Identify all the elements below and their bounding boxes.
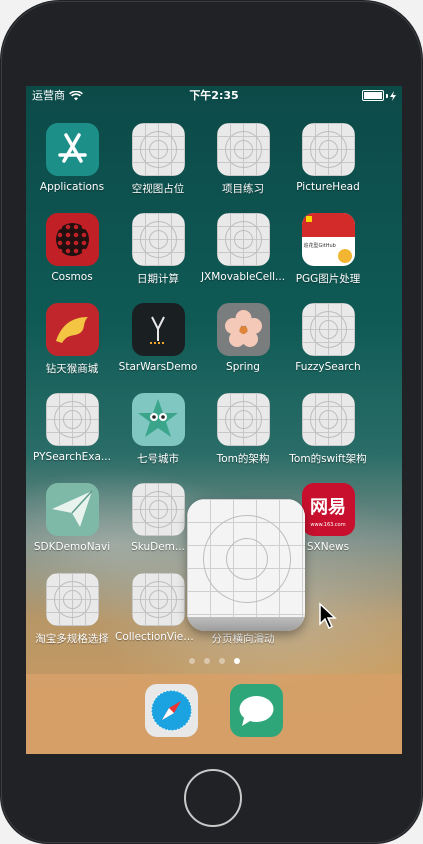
home-button[interactable]	[184, 769, 242, 827]
app-label: 项目练习	[222, 183, 264, 195]
page-dot[interactable]	[188, 658, 195, 664]
app-jxmovablecell[interactable]: JXMovableCell...	[200, 213, 286, 283]
app-label: Tom的swift架构	[289, 453, 367, 465]
app-label: Tom的架构	[216, 453, 270, 465]
app-applications[interactable]: Applications	[29, 123, 115, 193]
placeholder-icon	[131, 213, 185, 266]
app-label: 分页横向滑动	[211, 633, 275, 645]
placeholder-icon	[45, 573, 99, 626]
app-project-practice[interactable]: 项目练习	[200, 123, 286, 196]
charging-icon	[390, 90, 396, 101]
messages-icon[interactable]	[230, 684, 283, 737]
placeholder-icon	[216, 213, 270, 266]
app-sdkdemonavi[interactable]: SDKDemoNavi	[29, 483, 115, 553]
placeholder-icon	[131, 573, 185, 626]
app-label: 空视图占位	[131, 183, 185, 195]
paper-plane-icon	[45, 483, 99, 536]
app-spring[interactable]: Spring	[200, 303, 286, 373]
app-label: Spring	[226, 361, 260, 373]
app-tom-arch[interactable]: Tom的架构	[200, 393, 286, 466]
page-indicator[interactable]	[26, 658, 402, 664]
app-label: StarWarsDemo	[118, 361, 198, 373]
placeholder-icon	[301, 123, 355, 176]
battery-tip	[386, 93, 388, 98]
news-logo-text: 网易	[310, 497, 346, 518]
appstore-icon	[45, 123, 99, 176]
battery-icon	[362, 90, 384, 101]
page-dot[interactable]	[218, 658, 225, 664]
safari-icon[interactable]	[145, 684, 198, 737]
app-label: 日期计算	[137, 273, 179, 285]
horse-icon	[45, 303, 99, 356]
app-picturehead[interactable]: PictureHead	[285, 123, 371, 193]
app-date-calc[interactable]: 日期计算	[115, 213, 201, 286]
app-label: Applications	[39, 181, 105, 193]
flower-icon	[216, 303, 270, 356]
app-seven-city[interactable]: 七号城市	[115, 393, 201, 466]
status-bar: 运营商 下午2:35	[26, 86, 402, 106]
pgg-icon: 追花型GitHub	[301, 213, 355, 266]
status-right	[362, 90, 396, 101]
home-screen: 运营商 下午2:35 Applications 空视图占位 项目练习 Pictu…	[26, 86, 402, 754]
app-label: 七号城市	[137, 453, 179, 465]
app-label: SDKDemoNavi	[33, 541, 111, 553]
app-pysearch[interactable]: PYSearchExa...	[29, 393, 115, 463]
app-cosmos[interactable]: Cosmos	[29, 213, 115, 283]
placeholder-icon	[131, 123, 185, 176]
news-icon: 网易 www.163.com	[301, 483, 355, 536]
app-label: PGG图片处理	[295, 273, 361, 285]
app-label: 钻天猴商城	[45, 363, 99, 375]
app-taobao-sku[interactable]: 淘宝多规格选择	[29, 573, 115, 646]
seven-city-icon	[131, 393, 185, 446]
app-label: CollectionViewH...	[115, 631, 201, 643]
app-zuantianhou-mall[interactable]: 钻天猴商城	[29, 303, 115, 376]
mouse-cursor-icon	[319, 602, 337, 630]
app-label: Cosmos	[51, 271, 93, 283]
phone-frame: 运营商 下午2:35 Applications 空视图占位 项目练习 Pictu…	[0, 0, 423, 844]
app-fuzzysearch[interactable]: FuzzySearch	[285, 303, 371, 373]
page-dot-active[interactable]	[233, 658, 240, 664]
pgg-badge: 追花型GitHub	[303, 243, 336, 249]
news-url: www.163.com	[310, 522, 346, 528]
app-starwars[interactable]: StarWarsDemo	[115, 303, 201, 373]
app-label: FuzzySearch	[295, 361, 361, 373]
starwars-icon	[131, 303, 185, 356]
app-label: 淘宝多规格选择	[35, 633, 109, 645]
app-label: JXMovableCell...	[200, 271, 286, 283]
status-time: 下午2:35	[189, 89, 239, 102]
placeholder-icon	[131, 483, 185, 536]
app-label: PYSearchExa...	[33, 451, 111, 463]
cosmos-icon	[45, 213, 99, 266]
page-dot[interactable]	[203, 658, 210, 664]
placeholder-icon	[45, 393, 99, 446]
placeholder-icon	[216, 393, 270, 446]
dock	[26, 674, 402, 754]
placeholder-icon	[216, 123, 270, 176]
app-pgg[interactable]: 追花型GitHub PGG图片处理	[285, 213, 371, 286]
app-tom-swift-arch[interactable]: Tom的swift架构	[285, 393, 371, 466]
placeholder-icon	[301, 393, 355, 446]
placeholder-icon	[301, 303, 355, 356]
app-label: PictureHead	[296, 181, 360, 193]
dragged-app-icon[interactable]	[187, 499, 305, 631]
app-empty-view[interactable]: 空视图占位	[115, 123, 201, 196]
